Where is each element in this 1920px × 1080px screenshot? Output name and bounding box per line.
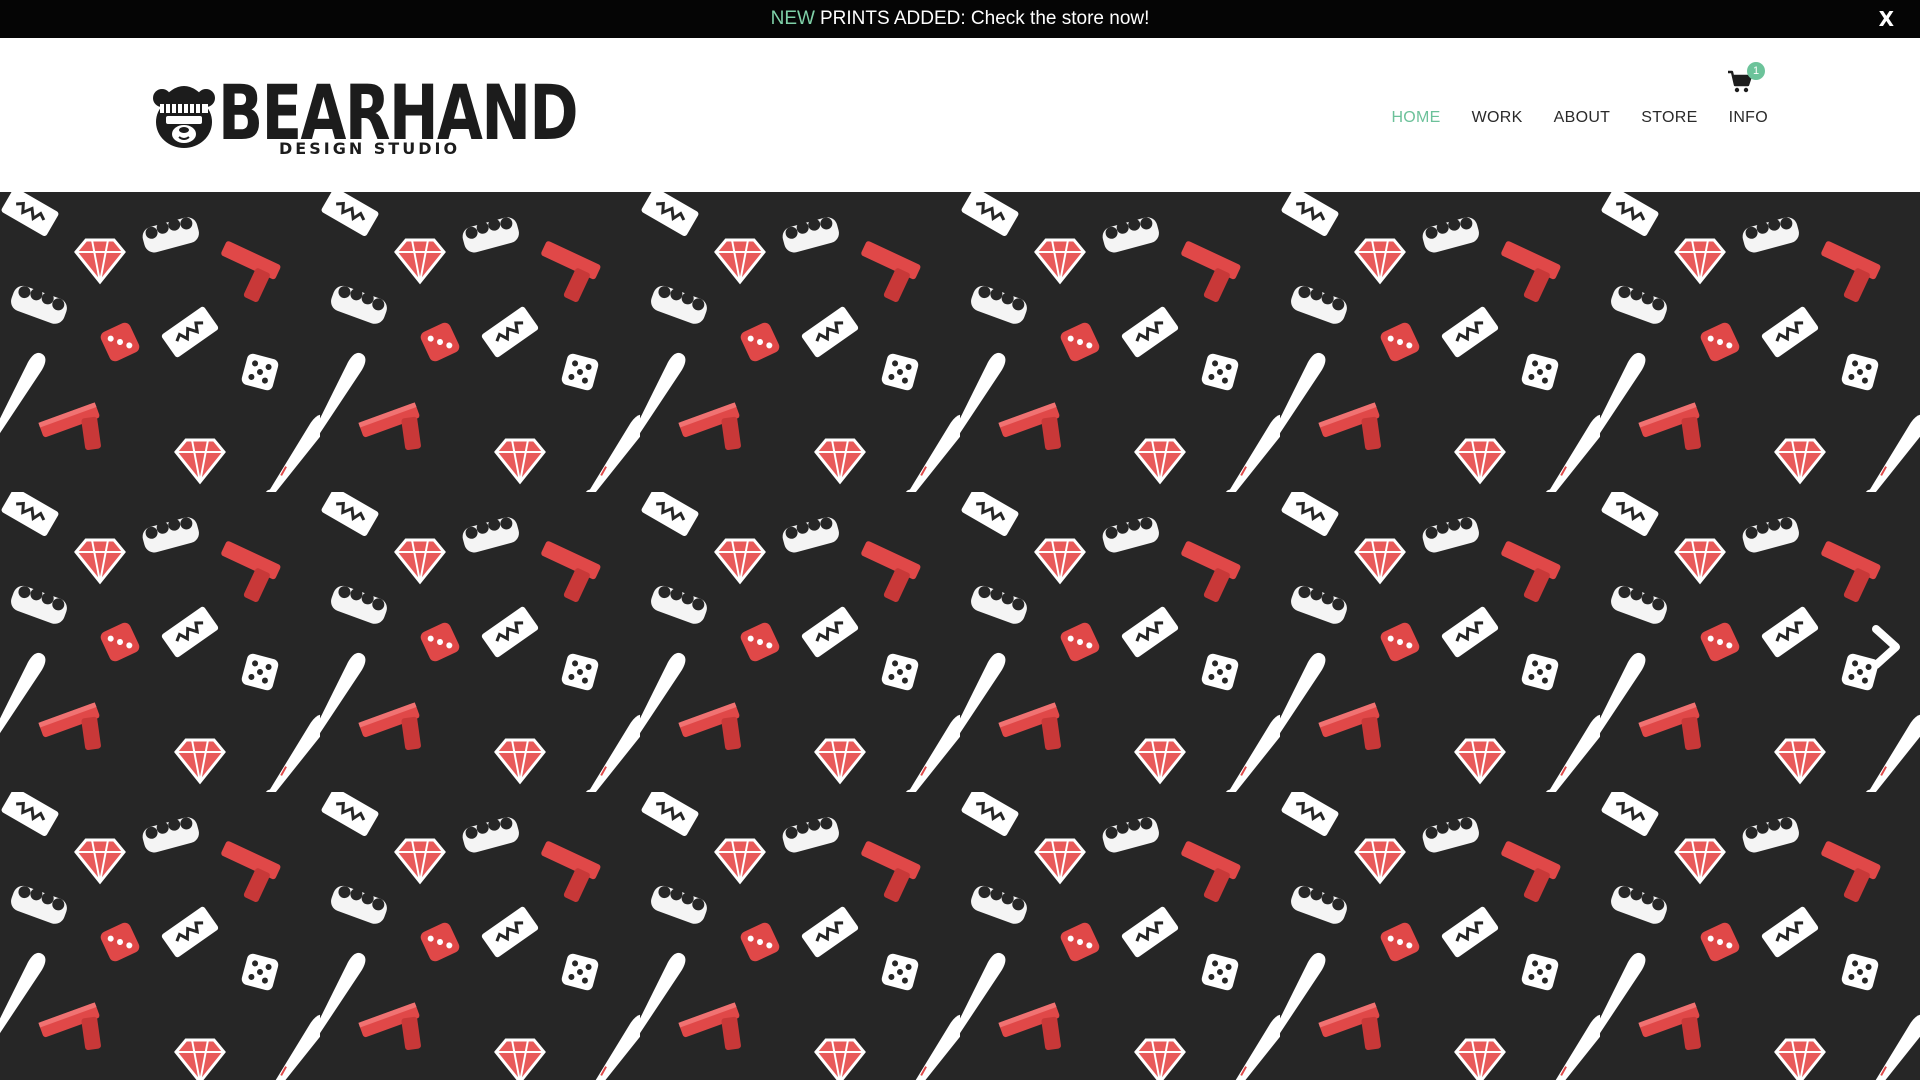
nav-item-work[interactable]: WORK: [1472, 108, 1523, 128]
nav-item-about[interactable]: ABOUT: [1554, 108, 1611, 128]
nav-item-home[interactable]: HOME: [1391, 108, 1440, 128]
hero-slideshow: [0, 192, 1920, 1080]
slideshow-next-button[interactable]: [1868, 624, 1904, 670]
site-logo[interactable]: BEARHAND DESIGN STUDIO: [152, 70, 579, 198]
announcement-highlight: NEW: [770, 8, 815, 29]
nav-item-info[interactable]: INFO: [1729, 108, 1768, 128]
chevron-right-icon: [1872, 625, 1900, 669]
announcement-message[interactable]: PRINTS ADDED: Check the store now!: [820, 8, 1149, 30]
cart-button[interactable]: 1: [1727, 62, 1767, 96]
nav-item-store[interactable]: STORE: [1641, 108, 1697, 128]
bear-beanie-mascot-icon: [153, 86, 215, 148]
main-nav: HOME WORK ABOUT STORE INFO: [1360, 108, 1768, 128]
announcement-close-button[interactable]: X: [1879, 8, 1894, 30]
hero-pattern-image: [0, 192, 1920, 1080]
cart-count-badge: 1: [1747, 62, 1765, 80]
announcement-bar: NEW PRINTS ADDED: Check the store now! X: [0, 0, 1920, 38]
site-header: BEARHAND DESIGN STUDIO 1 HOME WORK ABOUT…: [0, 38, 1920, 192]
logo-subtitle: DESIGN STUDIO: [279, 139, 461, 158]
